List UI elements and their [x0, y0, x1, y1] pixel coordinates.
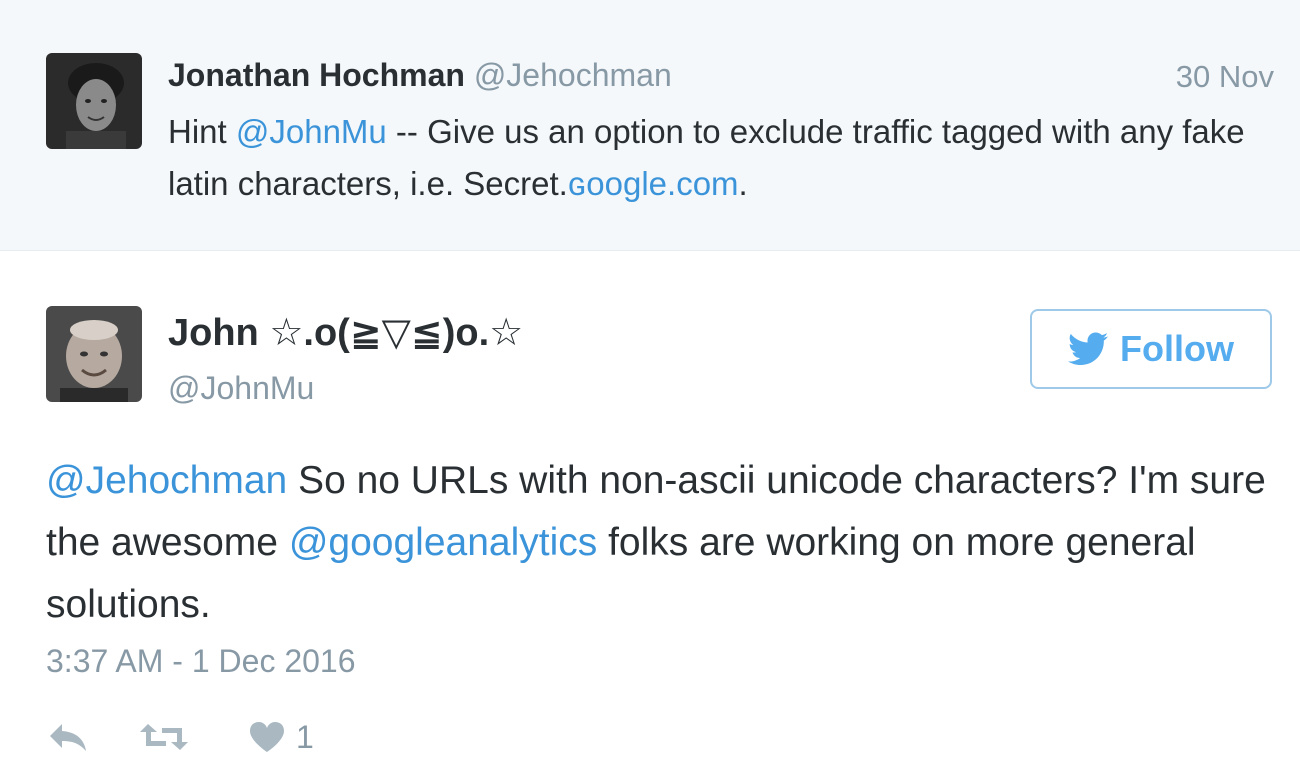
text-segment: . [738, 165, 748, 202]
tweet-text: @Jehochman So no URLs with non-ascii uni… [46, 450, 1266, 636]
retweet-icon [138, 720, 190, 754]
reply-icon [46, 720, 90, 754]
parent-tweet-text: Hint @JohnMu -- Give us an option to exc… [168, 106, 1278, 210]
avatar-image [46, 306, 142, 402]
parent-timestamp[interactable]: 30 Nov [1176, 57, 1274, 97]
avatar-image [46, 53, 142, 149]
follow-label: Follow [1120, 328, 1234, 369]
heart-icon [248, 720, 286, 754]
avatar[interactable] [46, 53, 142, 149]
text-segment: Hint [168, 113, 236, 150]
tweet-timestamp[interactable]: 3:37 AM - 1 Dec 2016 [46, 639, 356, 683]
url-link[interactable]: ɢoogle.com [568, 165, 739, 202]
parent-tweet[interactable]: Jonathan Hochman @Jehochman 30 Nov Hint … [0, 0, 1300, 251]
mention-link[interactable]: @Jehochman [46, 459, 287, 502]
tweet-actions: 1 [46, 712, 314, 762]
twitter-bird-icon [1068, 332, 1108, 366]
like-button[interactable]: 1 [248, 719, 314, 756]
tweet-username[interactable]: @JohnMu [168, 366, 314, 410]
like-count: 1 [296, 718, 314, 755]
retweet-button[interactable] [138, 720, 190, 754]
parent-author[interactable]: Jonathan Hochman @Jehochman [168, 55, 672, 95]
mention-link[interactable]: @JohnMu [236, 113, 387, 150]
avatar[interactable] [46, 306, 142, 402]
reply-button[interactable] [46, 720, 90, 754]
parent-username[interactable]: @Jehochman [474, 57, 672, 93]
follow-button[interactable]: Follow [1030, 309, 1272, 389]
tweet-fullname[interactable]: John ☆.o(≧▽≦)o.☆ [168, 308, 523, 358]
mention-link[interactable]: @googleanalytics [289, 521, 597, 564]
parent-fullname[interactable]: Jonathan Hochman [168, 57, 465, 93]
